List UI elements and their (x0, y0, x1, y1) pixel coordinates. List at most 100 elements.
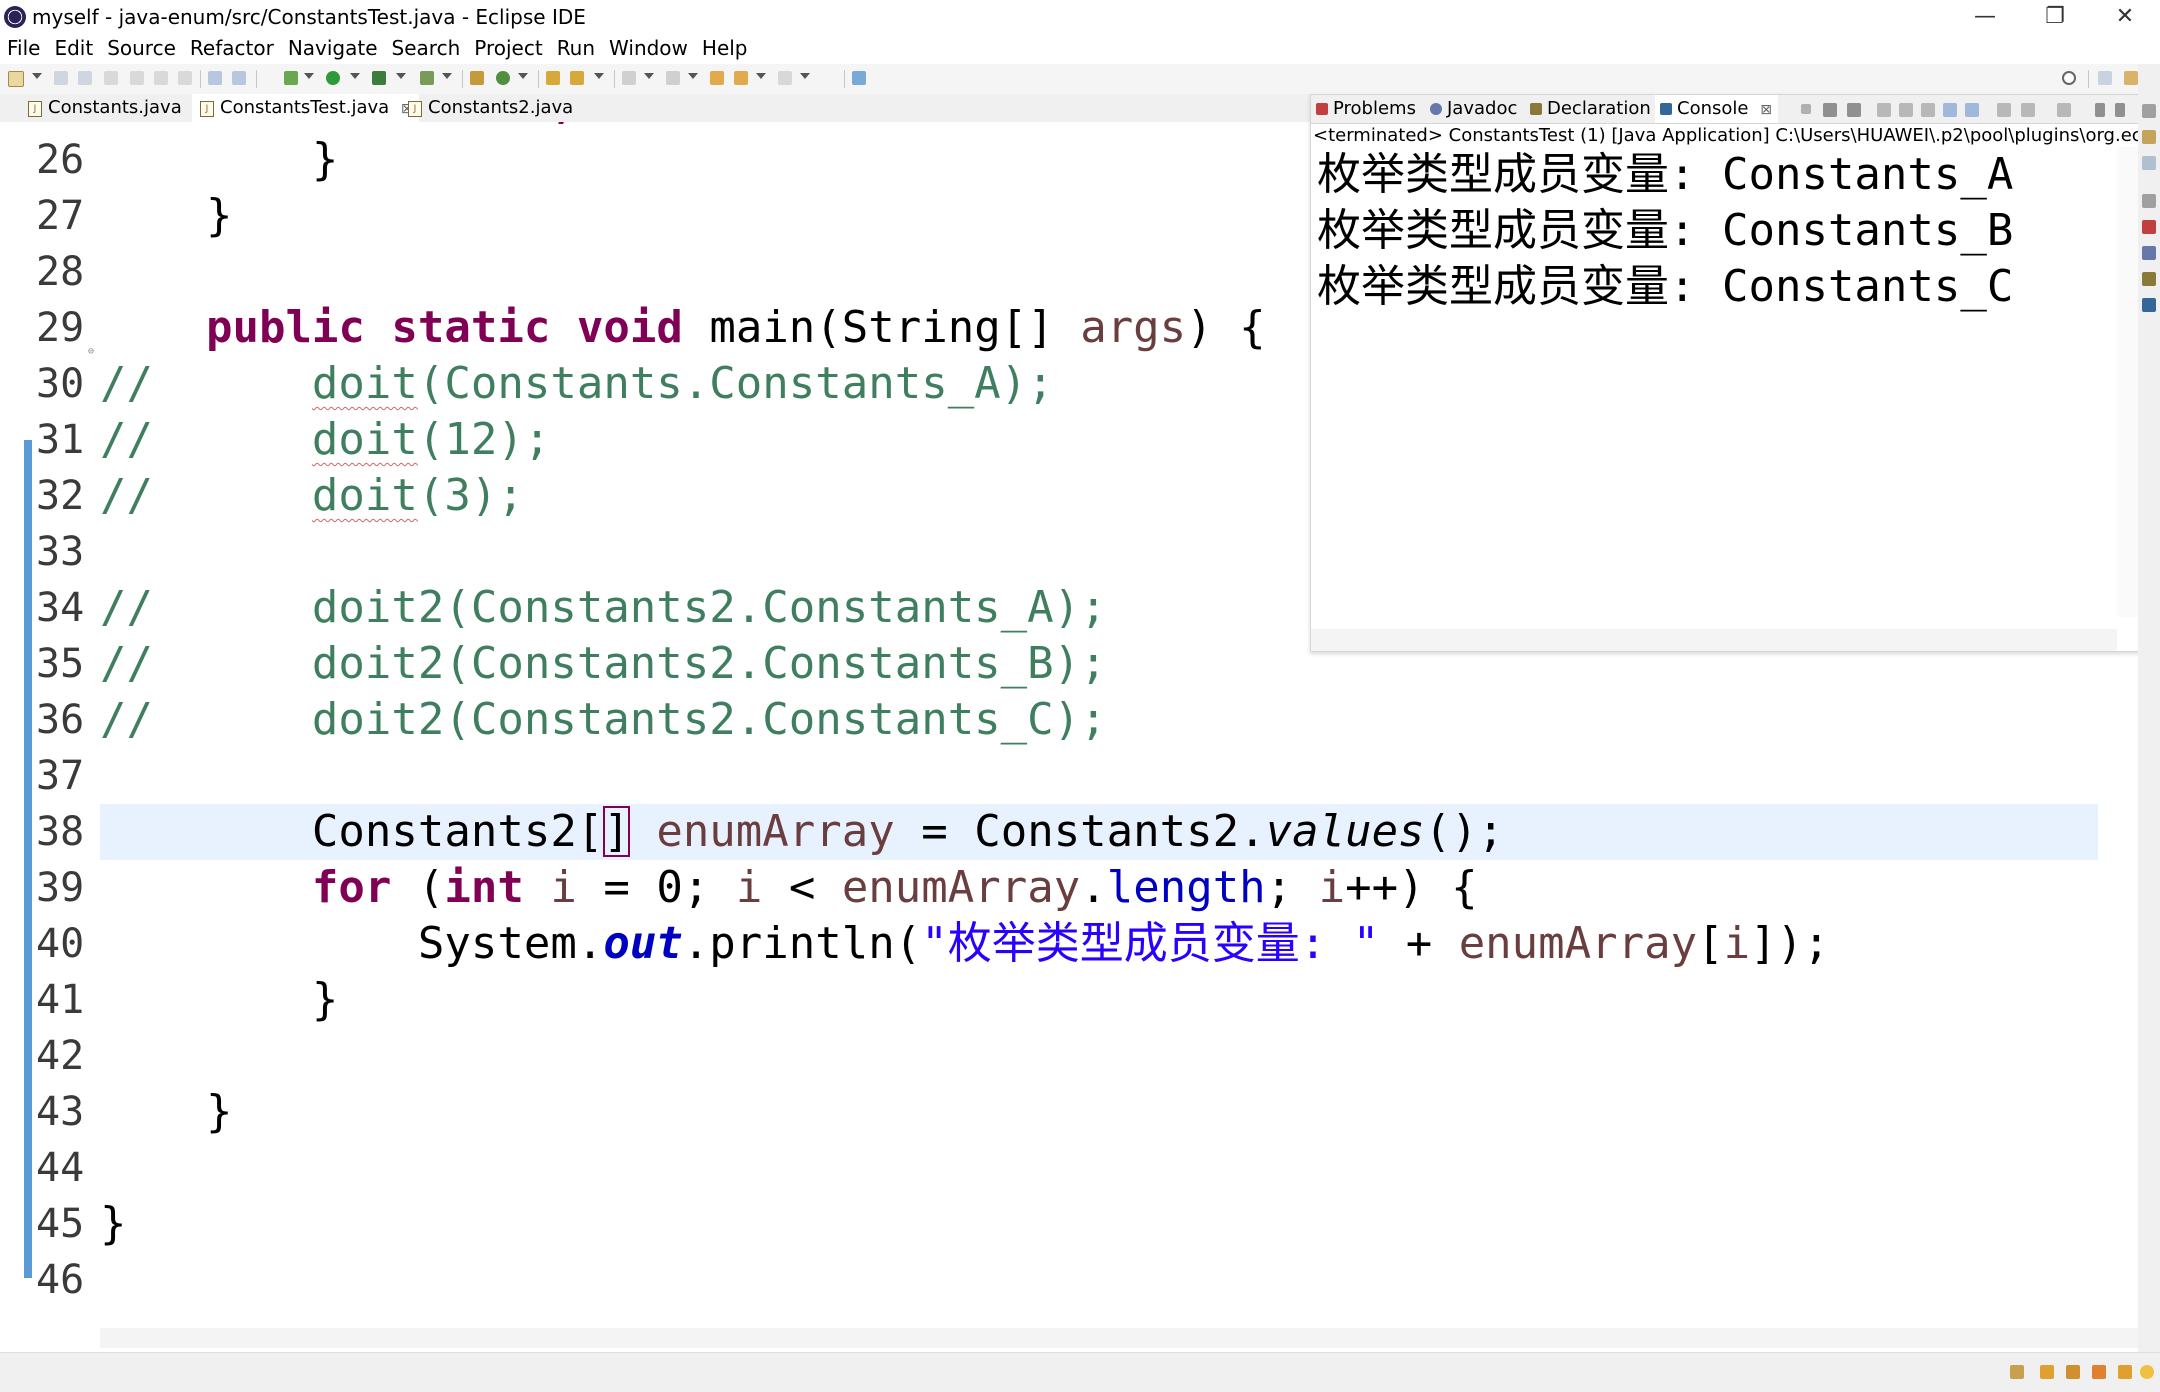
display-console-icon[interactable] (2021, 103, 2035, 117)
tab-javadoc[interactable]: Javadoc (1425, 95, 1523, 123)
save-icon[interactable] (54, 71, 68, 85)
tab-problems[interactable]: Problems (1311, 95, 1422, 123)
toggle-mark-icon[interactable] (130, 71, 144, 85)
code-text: Constants2[] enumArray = Constants2.valu… (100, 804, 1504, 860)
status-marker-icon[interactable] (2118, 1365, 2132, 1379)
last-edit-icon[interactable] (710, 71, 724, 85)
editor-horizontal-scrollbar[interactable] (100, 1328, 2140, 1348)
tab-constants2-java[interactable]: J Constants2.java (400, 94, 579, 122)
code-line[interactable]: 41 } (0, 972, 2100, 1028)
forward-dropdown-icon[interactable] (800, 73, 810, 79)
code-line[interactable]: 42 (0, 1028, 2100, 1084)
prev-annotation-icon[interactable] (666, 71, 680, 85)
open-perspective-icon[interactable] (2098, 71, 2112, 85)
new-dropdown-icon[interactable] (32, 73, 42, 79)
new-icon[interactable] (8, 71, 24, 87)
console-vertical-scrollbar[interactable] (2117, 147, 2139, 617)
pin-console-icon[interactable] (1997, 103, 2011, 117)
open-console-menu-icon[interactable] (2057, 103, 2071, 117)
status-edit-icon[interactable] (2066, 1365, 2080, 1379)
menu-navigate[interactable]: Navigate (281, 34, 385, 64)
code-line[interactable]: 43 } (0, 1084, 2100, 1140)
code-line[interactable]: 45} (0, 1196, 2100, 1252)
scroll-lock-icon[interactable] (1899, 103, 1913, 117)
minimize-view-icon[interactable] (2095, 103, 2105, 117)
open-console-icon[interactable] (208, 71, 222, 85)
minimize-button[interactable]: — (1950, 0, 2020, 34)
print-icon[interactable] (104, 71, 118, 85)
save-all-icon[interactable] (78, 71, 92, 85)
declaration-icon[interactable] (2142, 272, 2156, 286)
back-icon[interactable] (734, 71, 748, 85)
status-build-icon[interactable] (2040, 1365, 2054, 1379)
status-tasks-icon[interactable] (2092, 1365, 2106, 1379)
menu-project[interactable]: Project (467, 34, 549, 64)
show-stderr-icon[interactable] (1965, 103, 1979, 117)
console-horizontal-scrollbar[interactable] (1311, 629, 2117, 651)
task-list-icon[interactable] (2142, 156, 2156, 170)
external-tools-icon[interactable] (420, 71, 434, 85)
show-whitespace-icon[interactable] (178, 71, 192, 85)
code-line[interactable]: 36 // doit2(Constants2.Constants_C); (0, 692, 2100, 748)
new-class-icon[interactable] (496, 71, 510, 85)
outline-icon[interactable] (2142, 130, 2156, 144)
tab-constantstest-java[interactable]: J ConstantsTest.java ⊠ (192, 94, 419, 122)
search-dropdown-icon[interactable] (594, 73, 604, 79)
next-annotation-icon[interactable] (622, 71, 636, 85)
coverage-icon[interactable] (372, 71, 386, 85)
clear-console-icon[interactable] (1877, 103, 1891, 117)
open-type-icon[interactable] (546, 71, 560, 85)
tab-console[interactable]: Console ⊠ (1655, 95, 1778, 123)
code-line[interactable]: 38 Constants2[] enumArray = Constants2.v… (0, 804, 2100, 860)
coverage-dropdown-icon[interactable] (396, 73, 406, 79)
menu-file[interactable]: File (0, 34, 47, 64)
menu-refactor[interactable]: Refactor (183, 34, 281, 64)
menu-help[interactable]: Help (695, 34, 755, 64)
word-wrap-icon[interactable] (1921, 103, 1935, 117)
code-line[interactable]: 44 (0, 1140, 2100, 1196)
menu-run[interactable]: Run (550, 34, 602, 64)
problems-icon[interactable] (2142, 220, 2156, 234)
menu-edit[interactable]: Edit (47, 34, 100, 64)
status-tool-icon[interactable] (2010, 1365, 2024, 1379)
link-icon[interactable] (232, 71, 246, 85)
tab-declaration[interactable]: Declaration (1525, 95, 1657, 123)
remove-all-icon[interactable] (1847, 103, 1861, 117)
remove-launch-icon[interactable] (1823, 103, 1837, 117)
new-class-dropdown-icon[interactable] (518, 73, 528, 79)
code-line[interactable]: 39 for (int i = 0; i < enumArray.length;… (0, 860, 2100, 916)
java-perspective-icon[interactable] (2124, 71, 2138, 85)
maximize-view-icon[interactable] (2115, 103, 2125, 117)
restore-view-icon[interactable] (2142, 194, 2156, 208)
back-dropdown-icon[interactable] (756, 73, 766, 79)
pin-editor-icon[interactable] (852, 71, 866, 85)
menu-source[interactable]: Source (100, 34, 183, 64)
terminate-icon[interactable] (1801, 104, 1811, 114)
code-line[interactable]: 46 (0, 1252, 2100, 1308)
close-window-button[interactable]: ✕ (2090, 0, 2160, 34)
restore-view-icon[interactable] (2142, 104, 2156, 118)
tab-constants-java[interactable]: J Constants.java (20, 94, 188, 122)
run-icon[interactable] (326, 71, 340, 85)
debug-dropdown-icon[interactable] (304, 73, 314, 79)
close-tab-icon[interactable]: ⊠ (1760, 102, 1772, 118)
restore-button[interactable]: ❐ (2020, 0, 2090, 34)
new-java-project-icon[interactable] (470, 71, 484, 85)
quick-access-search-icon[interactable] (2062, 71, 2076, 85)
search-tool-icon[interactable] (570, 71, 584, 85)
menu-search[interactable]: Search (385, 34, 468, 64)
forward-icon[interactable] (778, 71, 792, 85)
console-icon[interactable] (2142, 298, 2156, 312)
code-line[interactable]: 40 System.out.println("枚举类型成员变量: " + enu… (0, 916, 2100, 972)
show-stdout-icon[interactable] (1943, 103, 1957, 117)
next-annotation-dropdown-icon[interactable] (644, 73, 654, 79)
run-dropdown-icon[interactable] (350, 73, 360, 79)
external-tools-dropdown-icon[interactable] (442, 73, 452, 79)
prev-annotation-dropdown-icon[interactable] (688, 73, 698, 79)
tip-bulb-icon[interactable] (2140, 1365, 2154, 1379)
menu-window[interactable]: Window (602, 34, 695, 64)
debug-icon[interactable] (284, 71, 298, 85)
code-line[interactable]: 37 (0, 748, 2100, 804)
toggle-block-icon[interactable] (154, 71, 168, 85)
javadoc-icon[interactable] (2142, 246, 2156, 260)
